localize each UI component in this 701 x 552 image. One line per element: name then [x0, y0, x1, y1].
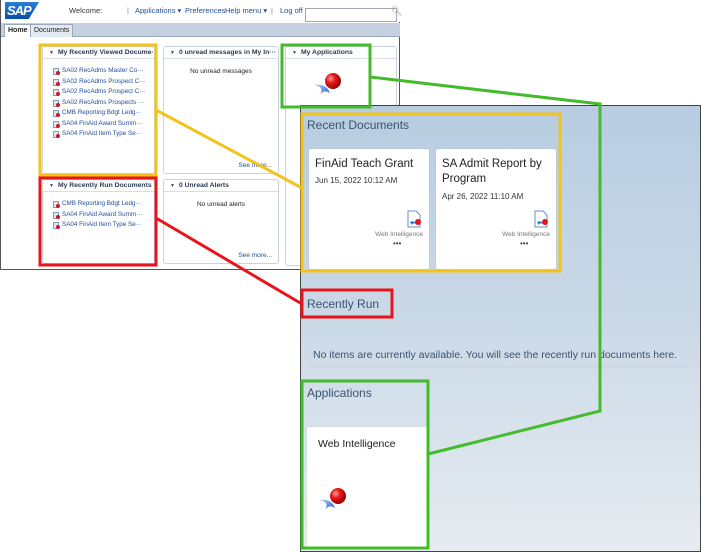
portlet-header[interactable]: ▼ My Applications [286, 47, 396, 59]
search-icon[interactable]: 🔍︎ [391, 6, 402, 17]
see-more-link[interactable]: See more... [238, 162, 272, 169]
more-options-button[interactable]: ••• [393, 239, 401, 248]
applications-menu[interactable]: Applications ▾ [135, 6, 181, 15]
collapse-icon[interactable]: ▼ [170, 50, 175, 56]
webi-document-icon [534, 210, 548, 228]
top-bar: SAP Welcome: | Applications ▾ Preference… [1, 0, 402, 22]
card-date: Jun 15, 2022 10:12 AM [315, 176, 398, 185]
document-link[interactable]: SA04 FinAid Award Summ··· [53, 119, 154, 130]
fiori-launchpad-window: Recent Documents FinAid Teach Grant Jun … [300, 105, 701, 552]
search-input[interactable] [305, 8, 397, 22]
portlet-header[interactable]: ▼ 0 Unread Alerts [164, 180, 278, 192]
recent-documents-title: Recent Documents [307, 118, 410, 132]
collapse-icon[interactable]: ▼ [292, 50, 297, 56]
nav-separator: | [271, 6, 273, 15]
document-link[interactable]: CMB Reporting Bdgt Ledg··· [53, 108, 154, 119]
web-intelligence-icon [319, 488, 346, 510]
log-off-link[interactable]: Log off [280, 6, 303, 15]
webi-document-icon [53, 110, 60, 117]
empty-state-message: No items are currently available. You wi… [313, 349, 678, 361]
divider [309, 366, 694, 367]
card-title: FinAid Teach Grant [315, 158, 414, 170]
collapse-icon[interactable]: ▼ [49, 50, 54, 56]
alerts-portlet: ▼ 0 Unread Alerts No unread alerts See mo… [163, 179, 279, 264]
no-messages-text: No unread messages [190, 68, 252, 75]
web-intelligence-icon[interactable] [312, 69, 346, 101]
webi-document-icon [407, 210, 421, 228]
welcome-label: Welcome: [69, 6, 103, 15]
recently-viewed-portlet: ▼ My Recently Viewed Docume··· SA02 RecAd… [42, 46, 155, 174]
application-tile[interactable]: Web Intelligence [307, 427, 427, 548]
portlet-title: My Applications [300, 49, 353, 56]
webi-document-icon [53, 211, 60, 219]
collapse-icon[interactable]: ▼ [49, 183, 54, 189]
document-link[interactable]: SA02 RecAdms Prospect C··· [53, 87, 154, 98]
document-link[interactable]: SA04 FinAid Item Type Se··· [53, 220, 154, 231]
document-card[interactable]: FinAid Teach Grant Jun 15, 2022 10:12 AM… [309, 149, 429, 269]
tab-bar: Home Documents [1, 23, 400, 37]
recently-run-portlet: ▼ My Recently Run Documents CMB Reporting… [42, 179, 155, 264]
tile-title: Web Intelligence [318, 438, 396, 450]
webi-document-icon [53, 131, 60, 138]
tab-home[interactable]: Home [4, 24, 32, 37]
portlet-title: My Recently Run Documents [57, 182, 152, 189]
portlet-title: 0 Unread Alerts [178, 182, 229, 189]
applications-title: Applications [307, 386, 372, 400]
webi-document-icon [53, 78, 60, 86]
collapse-icon[interactable]: ▼ [170, 183, 175, 189]
document-card[interactable]: SA Admit Report by Program Apr 26, 2022 … [436, 149, 556, 269]
nav-separator: | [127, 6, 129, 15]
portlet-title: My Recently Viewed Docume··· [57, 49, 154, 56]
webi-document-icon [53, 222, 60, 229]
see-more-link[interactable]: See more... [238, 252, 272, 259]
card-title: SA Admit Report by Program [442, 158, 542, 185]
sap-logo: SAP [5, 2, 39, 19]
portlet-header[interactable]: ▼ My Recently Viewed Docume··· [43, 47, 154, 59]
webi-document-icon [53, 68, 60, 75]
document-type-label: Web Intelligence [375, 231, 423, 238]
document-link[interactable]: SA02 RecAdms Prospects ··· [53, 98, 154, 109]
tab-documents[interactable]: Documents [30, 24, 74, 37]
document-link[interactable]: SA04 FinAid Item Type Se··· [53, 129, 154, 140]
webi-document-icon [53, 201, 60, 208]
webi-document-icon [53, 120, 60, 128]
preferences-link[interactable]: Preferences [185, 6, 225, 15]
document-link[interactable]: SA04 FinAid Award Summ··· [53, 210, 154, 221]
document-link[interactable]: SA02 RecAdms Prospect C··· [53, 77, 154, 88]
help-menu[interactable]: Help menu ▾ [225, 6, 267, 15]
inbox-portlet: ▼ 0 unread messages in My In··· No unread… [163, 46, 279, 174]
portlet-title: 0 unread messages in My In··· [178, 49, 277, 56]
no-alerts-text: No unread alerts [196, 201, 246, 208]
portlet-header[interactable]: ▼ My Recently Run Documents [43, 180, 154, 192]
webi-document-icon [53, 89, 60, 96]
document-type-label: Web Intelligence [502, 231, 550, 238]
recently-run-title: Recently Run [307, 297, 380, 311]
webi-document-icon [53, 99, 60, 107]
document-link[interactable]: SA02 RecAdms Master Co··· [53, 66, 154, 77]
card-date: Apr 26, 2022 11:10 AM [442, 192, 524, 201]
more-options-button[interactable]: ••• [520, 239, 528, 248]
document-link[interactable]: CMB Reporting Bdgt Ledg··· [53, 199, 154, 210]
portlet-header[interactable]: ▼ 0 unread messages in My In··· [164, 47, 278, 59]
